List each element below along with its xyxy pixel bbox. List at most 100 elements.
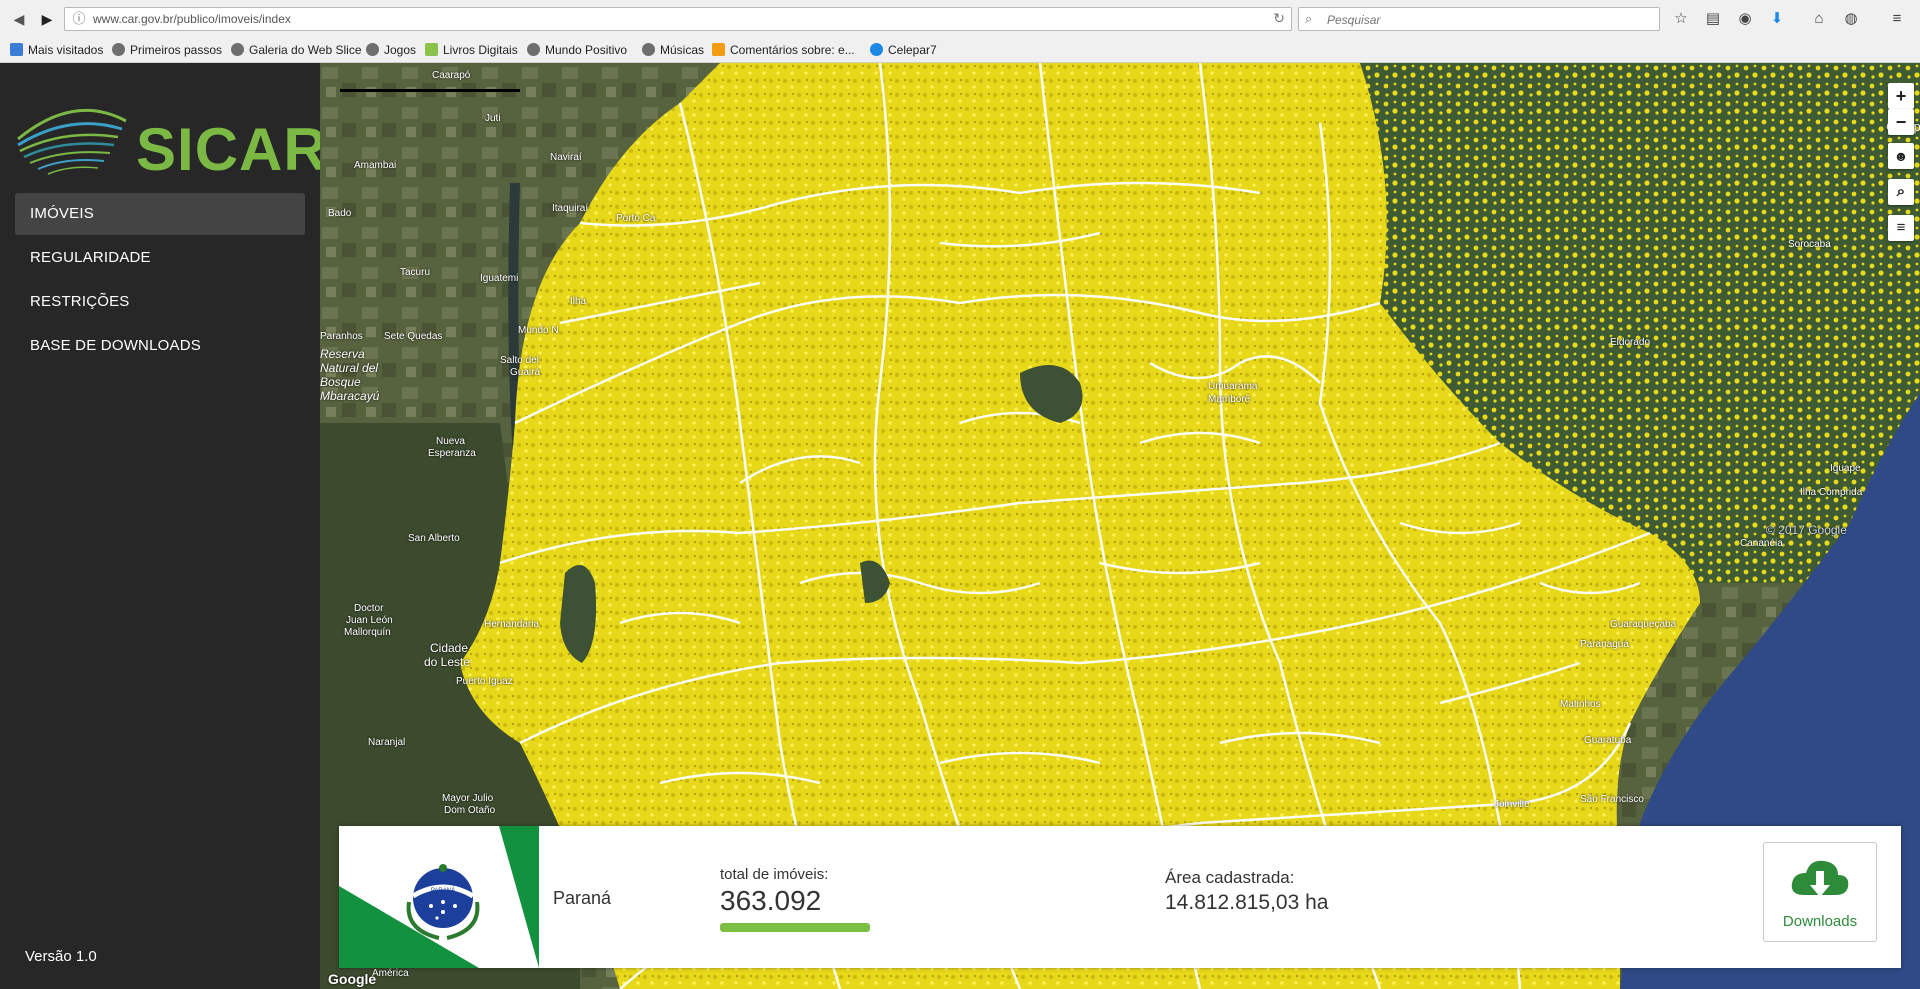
state-info-panel: PARANÁ Paraná total de imóveis: 363.092 … <box>339 826 1901 968</box>
sidebar: SICAR IMÓVEIS REGULARIDADE RESTRIÇÕES BA… <box>0 63 327 989</box>
bookmark-item[interactable]: Mundo Positivo <box>527 42 627 58</box>
rss-icon <box>712 43 725 56</box>
menu-item-imoveis[interactable]: IMÓVEIS <box>15 193 305 235</box>
map-label: América <box>372 968 409 979</box>
zoom-out-button[interactable]: − <box>1888 109 1914 135</box>
map-label: Sorocaba <box>1788 239 1831 250</box>
map-label: Guairá <box>510 367 541 378</box>
main-menu: IMÓVEIS REGULARIDADE RESTRIÇÕES BASE DE … <box>15 193 305 369</box>
parana-flag: PARANÁ <box>339 826 539 968</box>
search-input[interactable] <box>1325 10 1649 30</box>
google-logo: Google <box>328 971 377 987</box>
map-label: Ilha <box>570 296 587 307</box>
browser-chrome: ◀ ▶ ⓘ www.car.gov.br/publico/imoveis/ind… <box>0 0 1920 63</box>
cloud-download-icon <box>1791 860 1849 897</box>
layers-icon[interactable]: ≡ <box>1888 215 1914 241</box>
map-label: Ilha Comprida <box>1800 487 1863 498</box>
map-label: Juti <box>485 113 501 124</box>
globe-icon[interactable]: ◍ <box>1840 9 1862 29</box>
map-label: Salto del <box>500 355 539 366</box>
bookmark-folder-icon <box>10 43 23 56</box>
total-properties-value: 363.092 <box>720 885 822 916</box>
map-label: Esperanza <box>428 448 476 459</box>
map-label: Paranaguá <box>1580 639 1629 650</box>
map-label: do Leste <box>424 655 471 669</box>
map-label: Umuarama <box>1208 381 1258 392</box>
download-icon[interactable]: ⬇ <box>1766 9 1788 29</box>
map-label: Hernandaria <box>484 619 540 630</box>
logo-text: SICAR <box>136 116 328 183</box>
street-view-icon[interactable]: ☻ <box>1888 143 1914 169</box>
map-label: Guaraqueçaba <box>1610 619 1677 630</box>
map-label: Sete Quedas <box>384 331 443 342</box>
bookmarks-toolbar: Mais visitados Primeiros passos Galeria … <box>0 38 1920 62</box>
map-scale-bar <box>340 83 520 92</box>
home-icon[interactable]: ⌂ <box>1808 9 1830 29</box>
search-bar[interactable]: ⌕ <box>1298 7 1660 31</box>
map-label: Matinhos <box>1560 699 1601 710</box>
map-label: Mallorquín <box>344 627 391 638</box>
globe-icon <box>231 43 244 56</box>
book-icon <box>425 43 438 56</box>
bookmark-star-icon[interactable]: ☆ <box>1670 9 1692 29</box>
map-label: Nueva <box>436 436 465 447</box>
map-label: Eldorado <box>1610 337 1651 348</box>
flag-image: PARANÁ <box>339 826 539 968</box>
info-icon[interactable]: ⓘ <box>71 10 87 26</box>
sicar-logo[interactable]: SICAR <box>14 91 327 191</box>
map-label: Cananéia <box>1740 538 1783 549</box>
map-label: Amambai <box>354 160 397 171</box>
version-text: Versão 1.0 <box>25 948 97 965</box>
zoom-in-button[interactable]: + <box>1888 83 1914 109</box>
back-icon[interactable]: ◀ <box>8 8 30 30</box>
map-label: Naviraí <box>550 152 582 163</box>
globe-icon <box>642 43 655 56</box>
bookmark-item[interactable]: Livros Digitais <box>425 42 518 58</box>
map-label: Mayor Julio <box>442 793 494 804</box>
map-label: Puerto Iguaz <box>456 676 513 687</box>
downloads-button[interactable]: Downloads <box>1763 842 1877 942</box>
url-bar[interactable]: ⓘ www.car.gov.br/publico/imoveis/index ↻ <box>64 7 1292 31</box>
url-text[interactable]: www.car.gov.br/publico/imoveis/index <box>93 12 291 26</box>
map-label: Iguape <box>1830 463 1861 474</box>
registered-area-label: Área cadastrada: <box>1165 868 1295 887</box>
search-map-icon[interactable]: ⌕ <box>1888 179 1914 205</box>
map-label: Natural del <box>320 361 379 375</box>
map-label: Bosque <box>320 375 361 389</box>
bookmark-item[interactable]: Mais visitados <box>10 42 103 58</box>
globe-icon <box>112 43 125 56</box>
map-label: Iguatemi <box>480 273 519 284</box>
logo-waves-icon <box>17 109 127 175</box>
bookmark-item[interactable]: Galeria do Web Slice <box>231 42 362 58</box>
total-properties-label: total de imóveis: <box>720 866 829 883</box>
map-label: Dom Otaño <box>444 805 496 816</box>
bookmark-item[interactable]: Comentários sobre: e... <box>712 42 855 58</box>
map-label: Guaratuba <box>1584 735 1632 746</box>
map-label: Cidade <box>430 641 469 655</box>
registered-area-value: 14.812.815,03 ha <box>1165 891 1329 914</box>
map-label: São Francisco <box>1580 794 1644 805</box>
reload-icon[interactable]: ↻ <box>1273 10 1285 27</box>
bookmark-item[interactable]: Jogos <box>366 42 416 58</box>
map-label: Itaquiraí <box>552 203 589 214</box>
menu-item-regularidade[interactable]: REGULARIDADE <box>15 237 305 279</box>
map-label: Mundo N <box>518 325 559 336</box>
reading-list-icon[interactable]: ▤ <box>1702 9 1724 29</box>
map-label: Paranhos <box>320 331 363 342</box>
bookmark-item[interactable]: Celepar7 <box>870 42 937 58</box>
map-attribution: © 2017 Google <box>1766 523 1847 537</box>
search-icon: ⌕ <box>1305 11 1313 26</box>
map-label: Bado <box>328 208 352 219</box>
map-label: Reserva <box>320 347 365 361</box>
state-name: Paraná <box>553 888 612 908</box>
menu-icon[interactable]: ≡ <box>1886 9 1908 29</box>
menu-item-base-downloads[interactable]: BASE DE DOWNLOADS <box>15 325 305 367</box>
pocket-icon[interactable]: ◉ <box>1734 9 1756 29</box>
menu-item-restricoes[interactable]: RESTRIÇÕES <box>15 281 305 323</box>
site-icon <box>870 43 883 56</box>
map-label: Mamborê <box>1208 394 1251 405</box>
bookmark-item[interactable]: Primeiros passos <box>112 42 222 58</box>
bookmark-item[interactable]: Músicas <box>642 42 704 58</box>
forward-icon[interactable]: ▶ <box>36 8 58 30</box>
map-label: Caarapó <box>432 70 471 81</box>
